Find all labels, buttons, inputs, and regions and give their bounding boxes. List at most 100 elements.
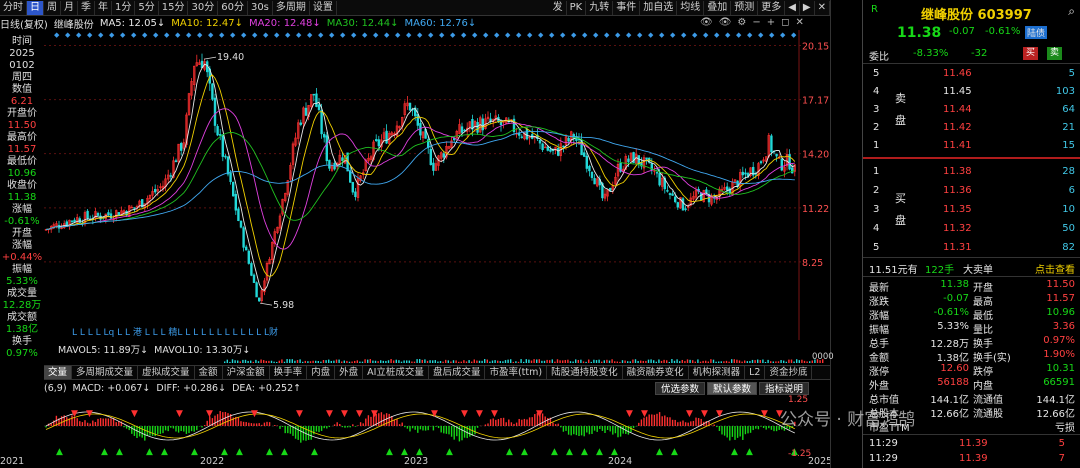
volume-bar <box>767 359 769 363</box>
volume-bar <box>528 359 530 363</box>
period-button-0[interactable]: 分时 <box>0 0 27 15</box>
period-button-12[interactable]: 多周期 <box>273 0 310 15</box>
volume-bar <box>523 361 525 363</box>
volume-bar <box>775 361 777 363</box>
big-order-row[interactable]: 11.51元有 122手 大卖单 点击查看 <box>863 259 1080 276</box>
toolbar-action-6[interactable]: 叠加 <box>704 1 732 15</box>
period-button-6[interactable]: 1分 <box>112 0 136 15</box>
period-button-7[interactable]: 5分 <box>135 0 159 15</box>
prev-icon[interactable]: ◀ <box>785 1 800 15</box>
sell-arrow: ▼ <box>131 409 138 419</box>
sell-arrow: ▼ <box>761 409 768 419</box>
sell-arrow: ▼ <box>176 409 183 419</box>
ma5-value: MA5: 12.05↓ <box>99 18 166 29</box>
plus-icon[interactable]: + <box>767 17 775 30</box>
volume-bar <box>481 360 483 363</box>
indicator-tab-0[interactable]: 交量 <box>44 366 73 379</box>
macd-param-button-0[interactable]: 优选参数 <box>655 382 706 395</box>
ask-row[interactable]: 1 11.41 15 <box>863 138 1080 154</box>
ask-row[interactable]: 5 11.46 5 <box>863 66 1080 82</box>
tick-volume: 5 <box>1058 438 1065 449</box>
volume-bar <box>590 361 592 363</box>
period-button-4[interactable]: 季 <box>78 0 95 15</box>
indicator-tab-11[interactable]: 陆股通持股变化 <box>547 366 623 379</box>
period-button-10[interactable]: 60分 <box>218 0 248 15</box>
period-button-1[interactable]: 日 <box>27 0 44 15</box>
info-row: 11.57 <box>7 144 37 155</box>
indicator-tab-5[interactable]: 换手率 <box>270 366 308 379</box>
indicator-tab-4[interactable]: 沪深金额 <box>223 366 270 379</box>
volume-bar <box>637 360 639 363</box>
indicator-tab-14[interactable]: L2 <box>745 366 766 379</box>
period-button-11[interactable]: 30s <box>248 0 273 15</box>
volume-bar <box>816 359 819 363</box>
candle-body <box>229 172 232 182</box>
restore-icon[interactable]: ◻ <box>781 17 789 30</box>
bid-row[interactable]: 1 11.38 28 <box>863 164 1080 180</box>
close-icon[interactable]: ✕ <box>795 17 803 30</box>
indicator-tab-9[interactable]: 盘后成交量 <box>429 366 486 379</box>
indicator-tab-3[interactable]: 金额 <box>195 366 223 379</box>
macd-button-group: 优选参数 默认参数 指标说明 <box>655 382 810 395</box>
volume-bar <box>234 360 236 363</box>
period-button-9[interactable]: 30分 <box>188 0 219 15</box>
period-button-2[interactable]: 周 <box>44 0 61 15</box>
indicator-tab-13[interactable]: 机构探测器 <box>689 366 746 379</box>
settings-icon[interactable]: ⚙ <box>737 17 746 30</box>
current-price: 11.38 <box>897 25 942 41</box>
close-icon[interactable]: ✕ <box>815 1 830 15</box>
toolbar-action-2[interactable]: 九转 <box>586 1 614 15</box>
period-button-5[interactable]: 年 <box>95 0 112 15</box>
buy-button[interactable]: 买 <box>1023 47 1039 60</box>
period-button-8[interactable]: 15分 <box>159 0 189 15</box>
toolbar-action-4[interactable]: 加自选 <box>640 1 678 15</box>
candle-body <box>374 139 378 142</box>
stat-value: 11.38 <box>940 279 969 290</box>
candlestick-chart[interactable]: 20.15 17.17 14.20 11.22 8.25 ◆ ◆ ◆ ◆ ◆ ◆ ◆ ◆ ◆ ◆ ◆ ◆ ◆ ◆ ◆ ◆… <box>44 30 830 340</box>
indicator-tab-7[interactable]: 外盘 <box>335 366 364 379</box>
event-diamond: ◆ <box>285 31 291 39</box>
indicator-tab-1[interactable]: 多周期成交量 <box>72 366 139 379</box>
volume-bar <box>356 360 358 363</box>
indicator-tab-8[interactable]: AI立桩成交量 <box>363 366 429 379</box>
volume-bar <box>694 361 696 363</box>
minus-icon[interactable]: − <box>752 17 760 30</box>
period-button-13[interactable]: 设置 <box>310 0 337 15</box>
chart-mode-label[interactable]: 日线(复权) <box>0 16 48 31</box>
toolbar-action-3[interactable]: 事件 <box>613 1 641 15</box>
period-button-3[interactable]: 月 <box>61 0 78 15</box>
macd-param-button-2[interactable]: 指标说明 <box>759 382 810 395</box>
candle-body <box>317 104 321 110</box>
sell-button[interactable]: 卖 <box>1047 47 1063 60</box>
volume-bar <box>757 359 759 363</box>
volume-bar <box>614 361 616 363</box>
indicator-tab-6[interactable]: 内盘 <box>307 366 336 379</box>
volume-bar <box>494 360 496 363</box>
next-icon[interactable]: ▶ <box>800 1 815 15</box>
volume-bar <box>455 360 457 363</box>
candle-body <box>666 190 669 192</box>
toolbar-action-8[interactable]: 更多 <box>758 1 786 15</box>
toolbar-action-1[interactable]: PK <box>567 1 587 15</box>
quote-panel: R 继峰股份 603997 ⌕ 11.38 -0.07 -0.61% 陆债 委比 -8.33% -… <box>862 0 1080 468</box>
macd-param-button-1[interactable]: 默认参数 <box>707 382 758 395</box>
tick-row: 11:29 11.39 5 <box>863 436 1080 452</box>
price-axis-label: 11.22 <box>802 204 829 215</box>
tick-time: 11:29 <box>869 438 898 449</box>
eye-icon-2[interactable]: 👁 <box>719 17 732 30</box>
bid-row[interactable]: 5 11.31 82 <box>863 240 1080 256</box>
toolbar-action-5[interactable]: 均线 <box>677 1 705 15</box>
candle-body <box>174 160 178 163</box>
high-mark-label: 19.40 <box>217 52 244 63</box>
eye-icon[interactable]: 👁 <box>700 17 713 30</box>
volume-bar <box>725 360 728 363</box>
event-diamond: ◆ <box>549 31 555 39</box>
toolbar-action-7[interactable]: 预测 <box>731 1 759 15</box>
indicator-tab-2[interactable]: 虚拟成交量 <box>138 366 195 379</box>
indicator-tab-12[interactable]: 融资融券变化 <box>623 366 689 379</box>
indicator-tab-15[interactable]: 资金抄底 <box>765 366 813 379</box>
bid-volume: 82 <box>1062 242 1075 253</box>
candle-body <box>322 133 326 138</box>
indicator-tab-10[interactable]: 市盈率(ttm) <box>485 366 548 379</box>
toolbar-action-0[interactable]: 发 <box>550 1 567 15</box>
